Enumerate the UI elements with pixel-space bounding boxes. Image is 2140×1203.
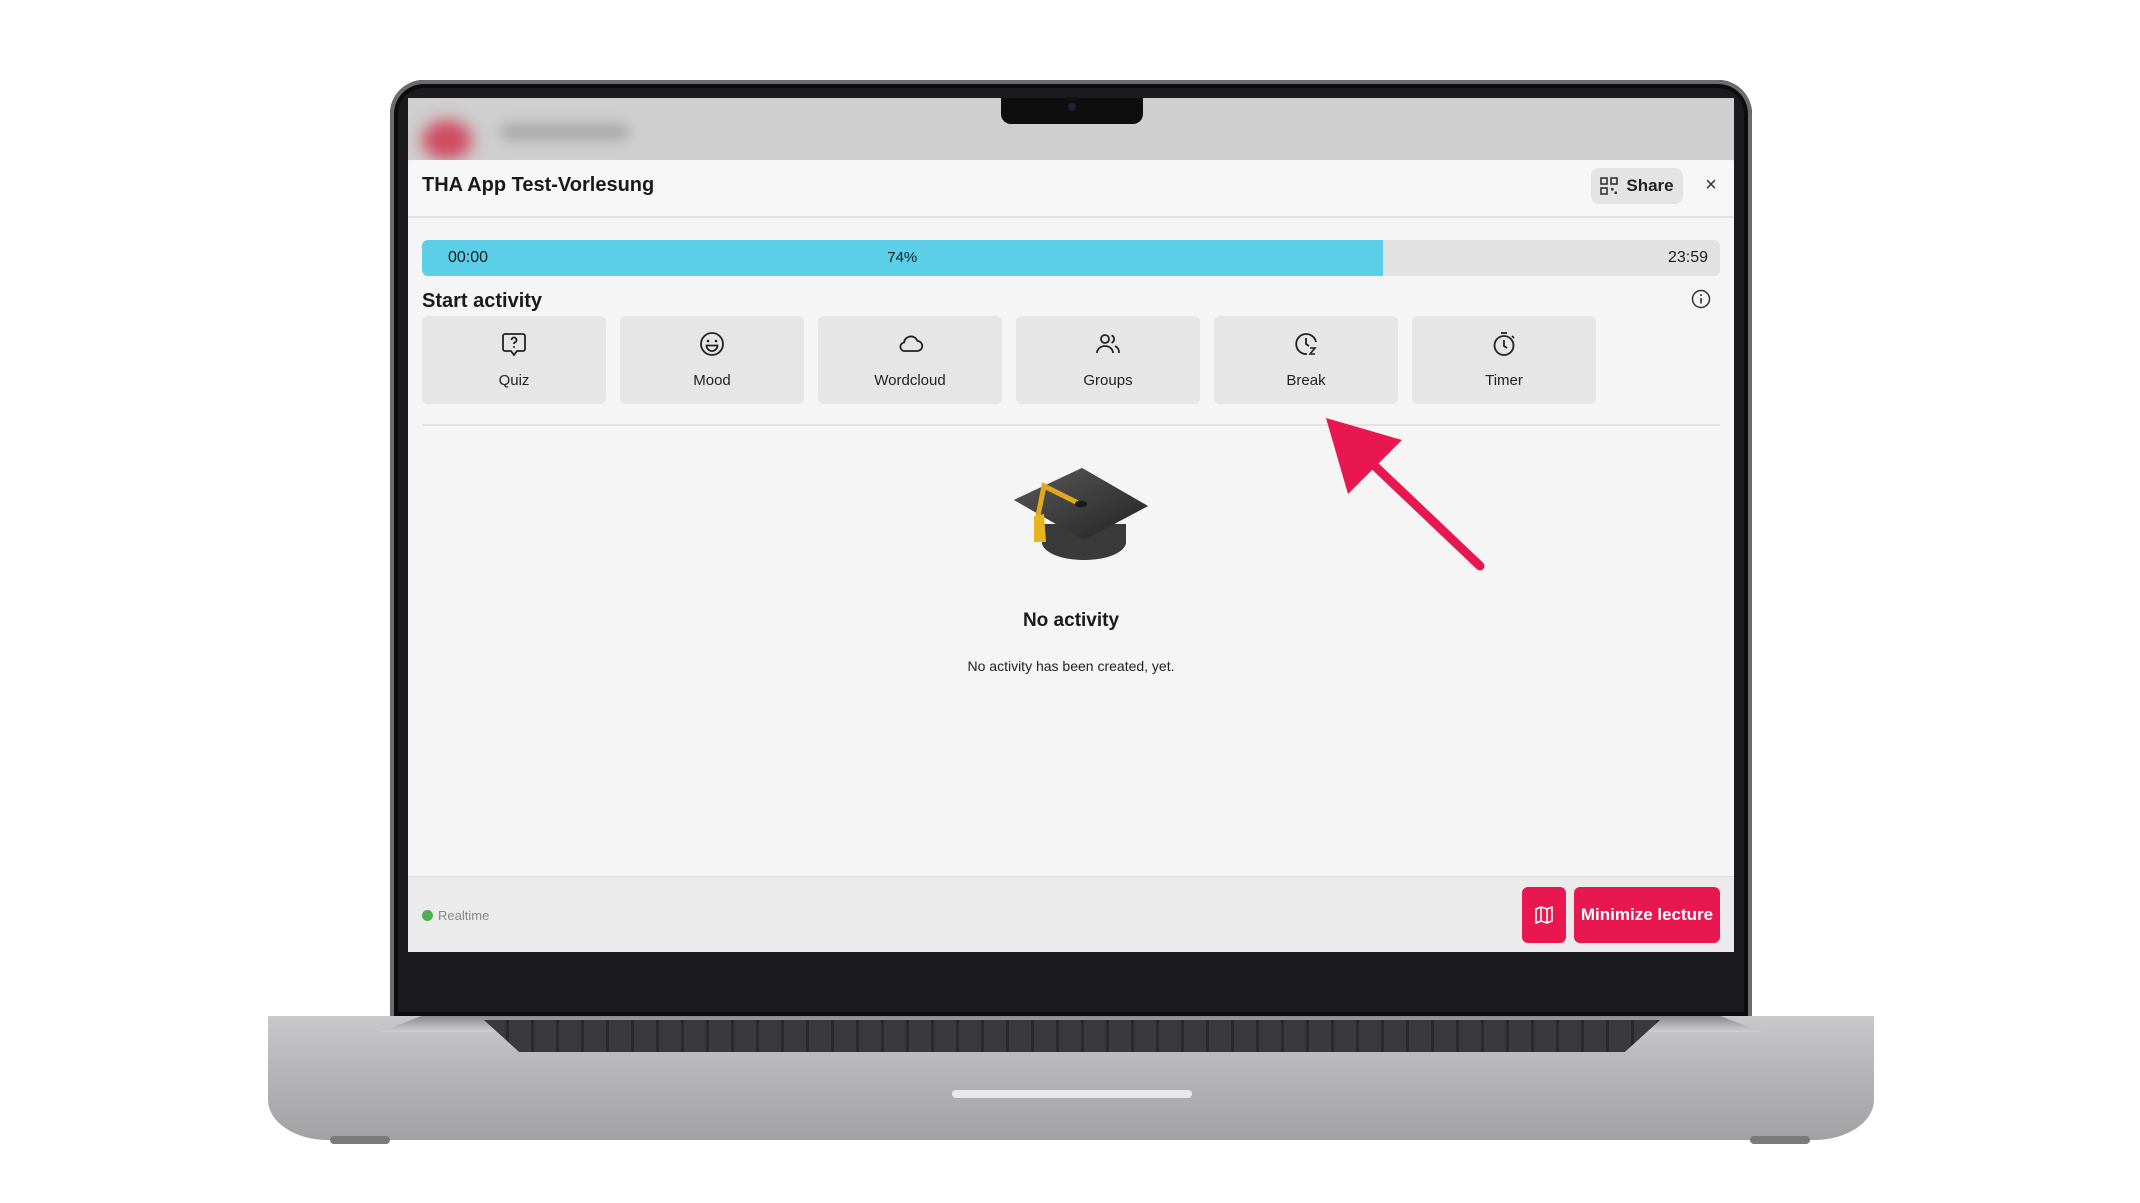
empty-state-subtitle: No activity has been created, yet.: [967, 658, 1175, 674]
camera-notch: [1001, 98, 1143, 124]
quiz-bubble-icon: [502, 333, 526, 357]
activity-quiz-label: Quiz: [498, 372, 530, 389]
stopwatch-icon: [1493, 332, 1515, 356]
map-icon: [1535, 906, 1553, 924]
share-label: Share: [1626, 176, 1674, 195]
clock-icon: [1295, 333, 1317, 355]
activity-break-label: Break: [1286, 372, 1326, 389]
laptop-foot-right: [1750, 1136, 1810, 1144]
trackpad-lip: [952, 1090, 1192, 1098]
map-button[interactable]: [1522, 887, 1566, 943]
progress-end-time: 23:59: [1667, 249, 1708, 266]
activity-quiz-button[interactable]: Quiz: [422, 316, 606, 404]
graduation-cap-icon: [1014, 468, 1148, 560]
realtime-status-dot: [422, 910, 433, 921]
activity-wordcloud-label: Wordcloud: [874, 372, 946, 389]
lecture-modal: THA App Test-Vorlesung Share × 00:00 74%…: [408, 160, 1734, 952]
activity-mood-label: Mood: [693, 372, 731, 389]
activity-tiles: Quiz Mood Wordcloud Groups Break Timer: [422, 316, 1722, 406]
info-icon[interactable]: [1690, 288, 1712, 310]
realtime-status-label: Realtime: [438, 908, 490, 923]
modal-footer: Realtime Minimize lecture: [408, 876, 1734, 952]
activity-mood-button[interactable]: Mood: [620, 316, 804, 404]
blurred-text: [500, 124, 630, 140]
close-button[interactable]: ×: [1698, 172, 1724, 198]
activity-timer-button[interactable]: Timer: [1412, 316, 1596, 404]
activity-wordcloud-button[interactable]: Wordcloud: [818, 316, 1002, 404]
laptop-foot-left: [330, 1136, 390, 1144]
users-icon: [1096, 334, 1120, 354]
qr-code-icon: [1600, 177, 1619, 195]
activity-groups-label: Groups: [1083, 372, 1133, 389]
activity-break-button[interactable]: Break: [1214, 316, 1398, 404]
annotation-arrow-icon: [1326, 418, 1485, 571]
camera-icon: [1068, 103, 1076, 111]
lecture-progress-bar: 00:00 74% 23:59: [422, 240, 1720, 276]
smiley-icon: [700, 332, 724, 356]
modal-title: THA App Test-Vorlesung: [422, 174, 655, 196]
start-activity-heading: Start activity: [422, 290, 543, 312]
empty-state-title: No activity: [1022, 610, 1120, 631]
laptop-keyboard: [484, 1020, 1660, 1052]
section-divider: [422, 424, 1720, 426]
modal-header: THA App Test-Vorlesung Share ×: [408, 160, 1734, 218]
share-button[interactable]: Share: [1591, 168, 1683, 204]
blurred-avatar: [422, 120, 472, 160]
cloud-icon: [899, 335, 924, 352]
minimize-lecture-button[interactable]: Minimize lecture: [1574, 887, 1720, 943]
progress-percent: 74%: [887, 249, 918, 266]
laptop-screen: THA App Test-Vorlesung Share × 00:00 74%…: [408, 98, 1734, 952]
activity-timer-label: Timer: [1485, 372, 1523, 389]
activity-groups-button[interactable]: Groups: [1016, 316, 1200, 404]
